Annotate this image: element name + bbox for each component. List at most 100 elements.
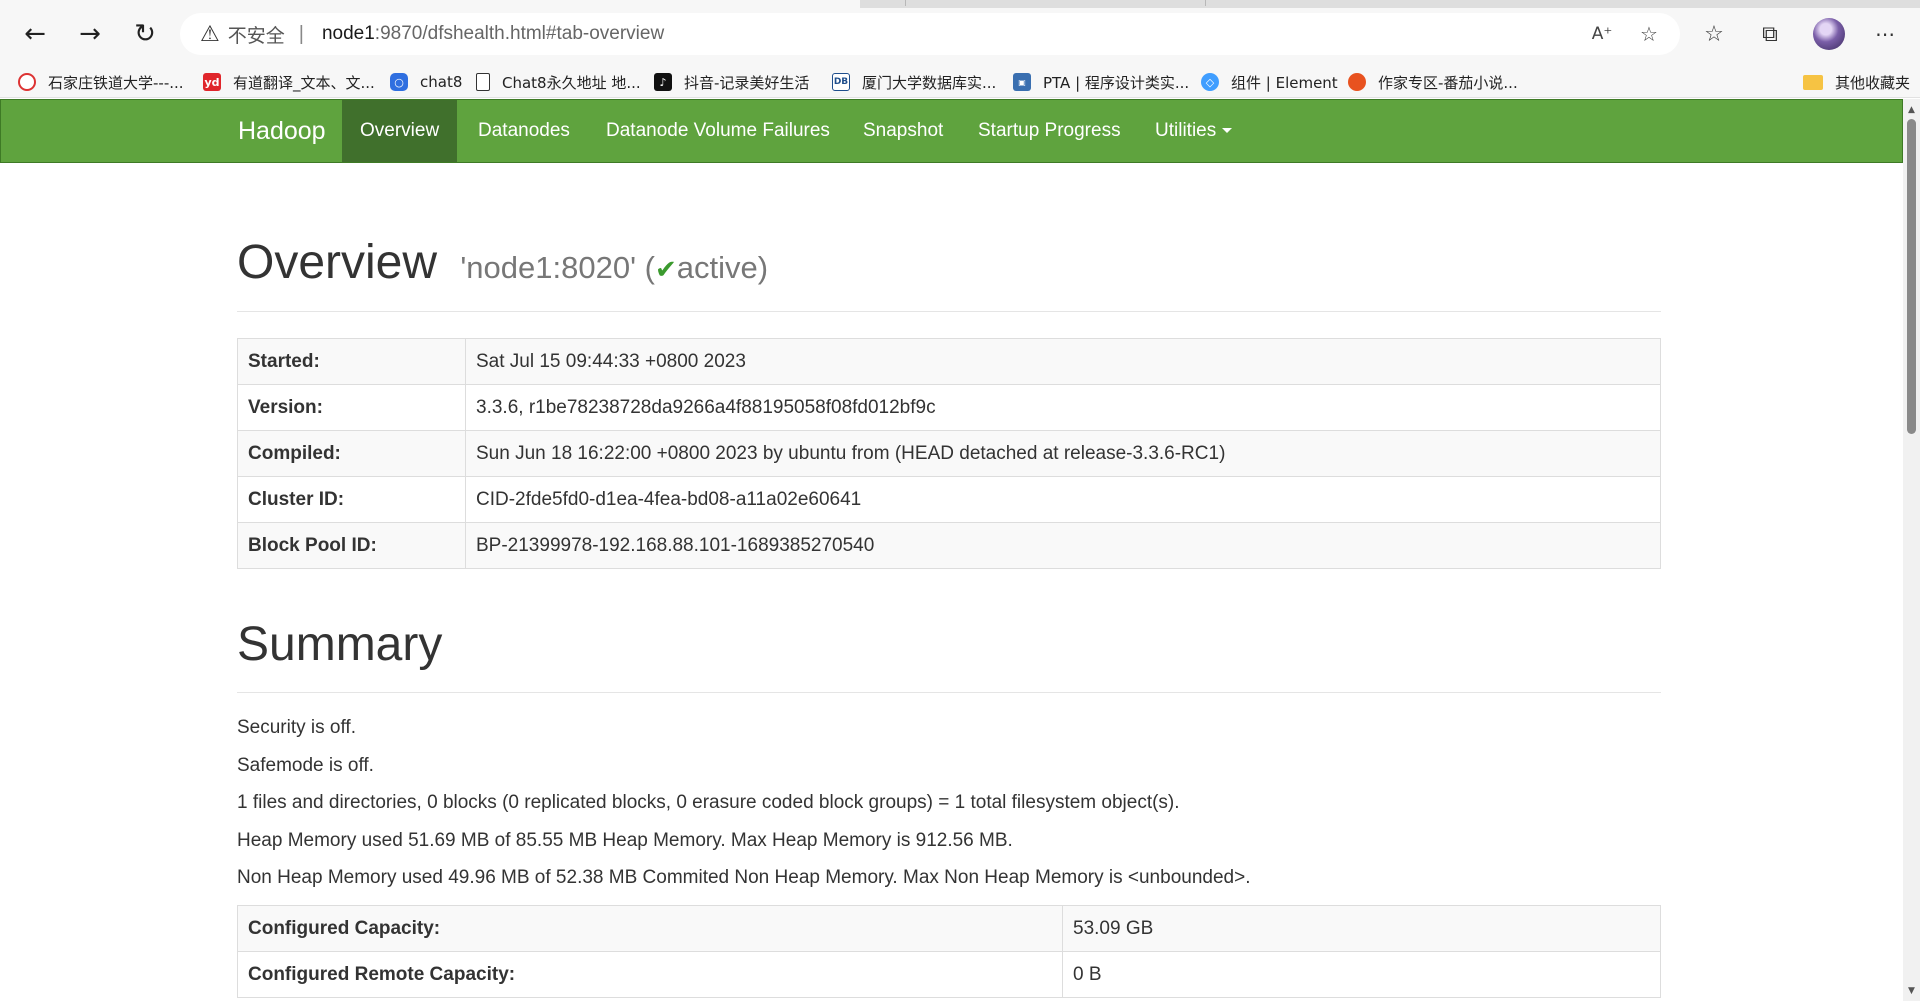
row-value: Sat Jul 15 09:44:33 +0800 2023 [465, 338, 1661, 385]
tomato-icon [1348, 73, 1366, 91]
bookmark-item[interactable]: ▣ PTA | 程序设计类实... [1013, 66, 1189, 98]
page-viewport: Hadoop Overview Datanodes Datanode Volum… [0, 99, 1903, 1001]
folder-icon [1803, 74, 1823, 90]
namenode-address: 'node1:8020' [460, 250, 637, 285]
more-menu-icon[interactable]: ⋯ [1865, 14, 1905, 54]
youdao-icon: yd [203, 73, 221, 91]
caret-down-icon [1222, 128, 1233, 134]
collections-icon[interactable]: ⧉ [1750, 14, 1790, 54]
table-row: Cluster ID: CID-2fde5fd0-d1ea-4fea-bd08-… [237, 476, 1661, 523]
profile-avatar[interactable] [1813, 18, 1845, 50]
bookmark-label: 有道翻译_文本、文... [233, 73, 375, 92]
other-bookmarks[interactable]: 其他收藏夹 [1803, 66, 1910, 98]
bookmarks-bar: 石家庄铁道大学---... yd 有道翻译_文本、文... ○ chat8 Ch… [0, 66, 1920, 98]
back-arrow-icon[interactable]: ← [15, 14, 55, 54]
row-value: BP-21399978-192.168.88.101-1689385270540 [465, 522, 1661, 569]
row-value: Sun Jun 18 16:22:00 +0800 2023 by ubuntu… [465, 430, 1661, 477]
favorites-list-icon[interactable]: ☆ [1694, 14, 1734, 54]
bookmark-item[interactable]: yd 有道翻译_文本、文... [203, 66, 375, 98]
bookmark-item[interactable]: Chat8永久地址 地... [476, 66, 641, 98]
vertical-scrollbar[interactable]: ▲ ▼ [1903, 99, 1920, 1001]
utilities-label: Utilities [1155, 120, 1217, 141]
table-row: Version: 3.3.6, r1be78238728da9266a4f881… [237, 384, 1661, 431]
page-icon [476, 73, 490, 91]
row-key: Cluster ID: [237, 476, 466, 523]
tab-utilities[interactable]: Utilities [1137, 100, 1250, 162]
bookmark-label: 厦门大学数据库实... [862, 73, 997, 92]
dblab-icon: DB [832, 73, 850, 91]
filesystem-objects: 1 files and directories, 0 blocks (0 rep… [237, 792, 1180, 813]
chat-icon: ○ [390, 73, 408, 91]
brand-link[interactable]: Hadoop [238, 100, 326, 162]
url-host[interactable]: node1 [322, 23, 375, 45]
bookmark-label: Chat8永久地址 地... [502, 73, 641, 92]
ha-state: active [676, 250, 758, 285]
row-value: 0 B [1062, 951, 1661, 998]
heap-memory: Heap Memory used 51.69 MB of 85.55 MB He… [237, 830, 1013, 851]
bookmark-item[interactable]: 作家专区-番茄小说... [1348, 66, 1518, 98]
non-heap-memory: Non Heap Memory used 49.96 MB of 52.38 M… [237, 867, 1251, 888]
summary-heading: Summary [237, 618, 443, 671]
table-row: Configured Remote Capacity: 0 B [237, 951, 1661, 998]
url-path[interactable]: :9870/dfshealth.html#tab-overview [375, 23, 664, 45]
pta-icon: ▣ [1013, 73, 1031, 91]
row-value: 53.09 GB [1062, 905, 1661, 952]
checkmark-icon: ✔ [654, 255, 677, 285]
tab-datanode-volume-failures[interactable]: Datanode Volume Failures [588, 100, 848, 162]
row-value: CID-2fde5fd0-d1ea-4fea-bd08-a11a02e60641 [465, 476, 1661, 523]
warning-icon[interactable]: ⚠ [200, 22, 220, 47]
row-key: Configured Remote Capacity: [237, 951, 1063, 998]
row-key: Configured Capacity: [237, 905, 1063, 952]
summary-table: Configured Capacity: 53.09 GB Configured… [237, 905, 1661, 998]
table-row: Compiled: Sun Jun 18 16:22:00 +0800 2023… [237, 430, 1661, 477]
bookmark-label: 抖音-记录美好生活 [684, 73, 810, 92]
browser-toolbar: ← → ↻ ⚠ 不安全 | node1:9870/dfshealth.html#… [0, 0, 1920, 66]
overview-heading: Overview 'node1:8020' (✔active) [237, 235, 768, 290]
table-row: Configured Capacity: 53.09 GB [237, 905, 1661, 952]
overview-table: Started: Sat Jul 15 09:44:33 +0800 2023 … [237, 338, 1661, 569]
tab-startup-progress[interactable]: Startup Progress [960, 100, 1139, 162]
forward-arrow-icon[interactable]: → [70, 14, 110, 54]
row-key: Started: [237, 338, 466, 385]
bookmark-item[interactable]: DB 厦门大学数据库实... [832, 66, 996, 98]
other-bookmarks-label: 其他收藏夹 [1835, 73, 1911, 92]
row-key: Version: [237, 384, 466, 431]
safemode-status: Safemode is off. [237, 755, 374, 776]
tab-strip-edge [860, 0, 1920, 8]
url-separator: | [298, 22, 304, 45]
tab-snapshot[interactable]: Snapshot [845, 100, 961, 162]
bookmark-label: PTA | 程序设计类实... [1043, 73, 1190, 92]
namenode-status: 'node1:8020' (✔active) [460, 250, 769, 285]
bookmark-item[interactable]: 石家庄铁道大学---... [18, 66, 184, 98]
scrollbar-thumb[interactable] [1907, 119, 1916, 434]
reload-icon[interactable]: ↻ [125, 14, 165, 54]
bookmark-item[interactable]: ◇ 组件 | Element [1201, 66, 1338, 98]
bookmark-label: 石家庄铁道大学---... [48, 73, 184, 92]
security-label[interactable]: 不安全 [228, 21, 285, 48]
bookmark-label: 作家专区-番茄小说... [1378, 73, 1518, 92]
favorite-star-icon[interactable]: ☆ [1632, 13, 1666, 55]
bookmark-label: chat8 [420, 73, 463, 91]
scroll-up-icon[interactable]: ▲ [1903, 101, 1920, 118]
bookmark-label: 组件 | Element [1231, 73, 1338, 92]
divider [237, 692, 1661, 693]
address-bar[interactable]: ⚠ 不安全 | node1:9870/dfshealth.html#tab-ov… [180, 13, 1680, 55]
row-key: Compiled: [237, 430, 466, 477]
tab-overview[interactable]: Overview [342, 100, 458, 162]
hadoop-navbar: Hadoop Overview Datanodes Datanode Volum… [0, 99, 1903, 163]
divider [237, 311, 1661, 312]
security-status: Security is off. [237, 717, 356, 738]
overview-title: Overview [237, 236, 438, 289]
table-row: Block Pool ID: BP-21399978-192.168.88.10… [237, 522, 1661, 569]
row-key: Block Pool ID: [237, 522, 466, 569]
bookmark-item[interactable]: ♪ 抖音-记录美好生活 [654, 66, 809, 98]
tab-datanodes[interactable]: Datanodes [460, 100, 588, 162]
row-value: 3.3.6, r1be78238728da9266a4f88195058f08f… [465, 384, 1661, 431]
scroll-down-icon[interactable]: ▼ [1903, 982, 1920, 999]
table-row: Started: Sat Jul 15 09:44:33 +0800 2023 [237, 338, 1661, 385]
bookmark-item[interactable]: ○ chat8 [390, 66, 462, 98]
university-icon [18, 73, 36, 91]
element-icon: ◇ [1201, 73, 1219, 91]
douyin-icon: ♪ [654, 73, 672, 91]
read-aloud-icon[interactable]: A⁺ [1585, 13, 1619, 55]
